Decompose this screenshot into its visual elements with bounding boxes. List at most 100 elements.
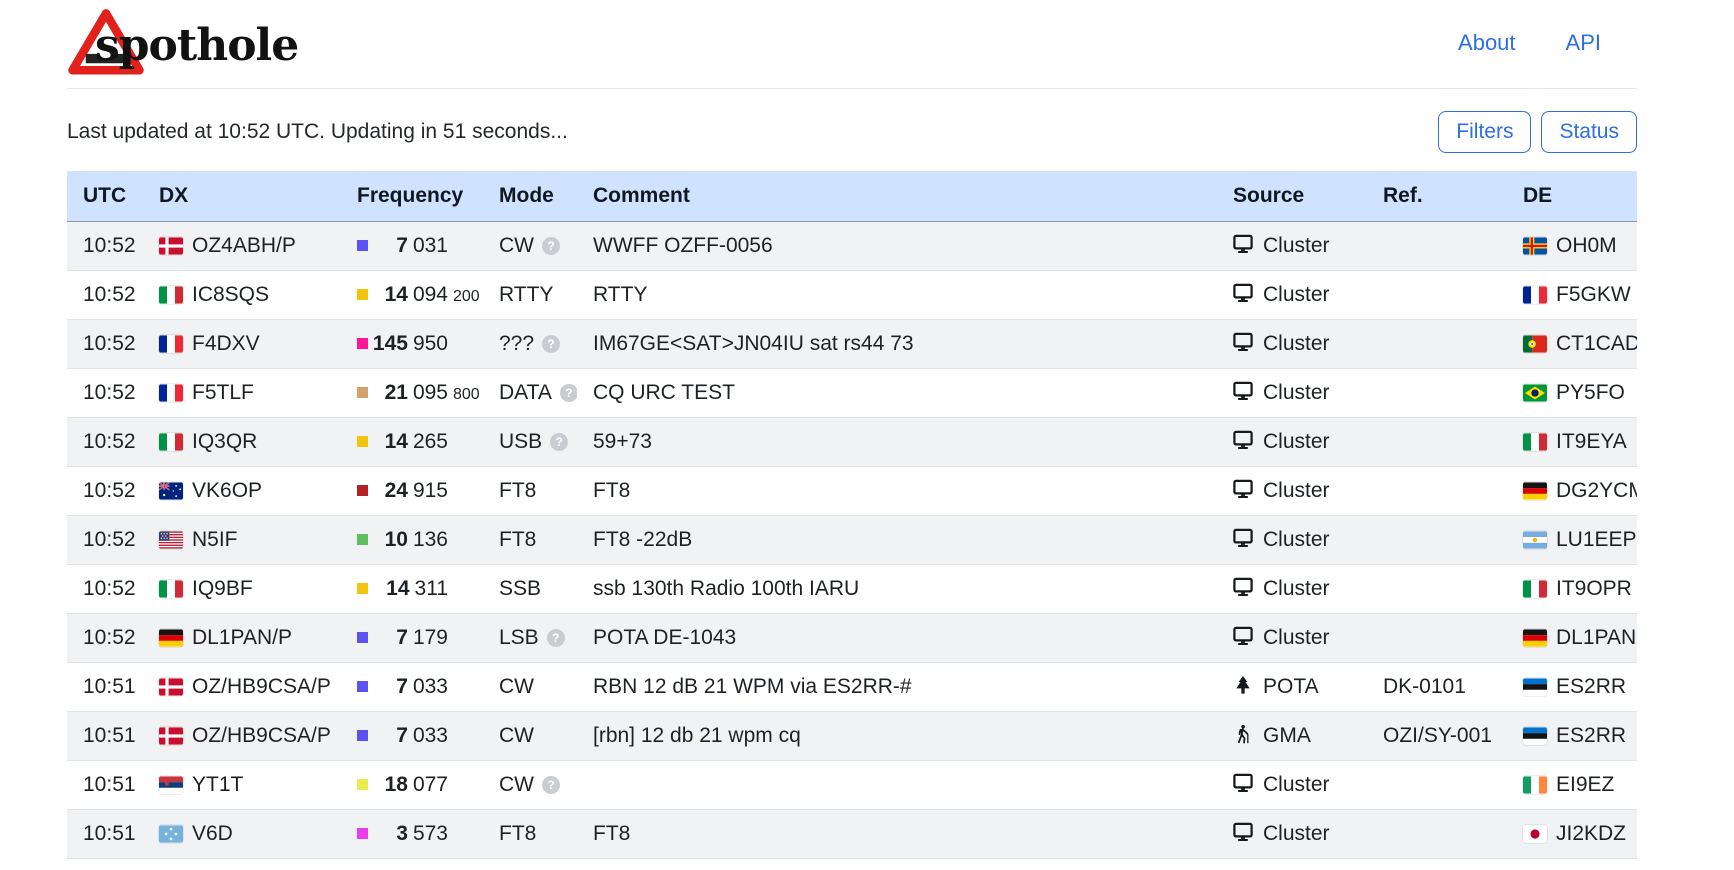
site-header: spothole About API — [67, 0, 1637, 89]
france-flag-icon — [1523, 286, 1547, 304]
monitor-icon — [1233, 430, 1253, 450]
dx-cell: IQ9BF — [143, 565, 341, 614]
dx-callsign-link[interactable]: VK6OP — [192, 479, 262, 502]
de-callsign-link[interactable]: ES2RR — [1556, 724, 1626, 747]
de-callsign-link[interactable]: CT1CAD — [1556, 332, 1637, 355]
brazil-flag-icon — [1523, 384, 1547, 402]
dx-callsign-link[interactable]: F5TLF — [192, 381, 254, 404]
band-color-icon — [357, 828, 368, 839]
mode-label: FT8 — [499, 822, 536, 845]
band-color-icon — [357, 289, 368, 300]
mode-label: ??? — [499, 332, 534, 355]
de-callsign-link[interactable]: PY5FO — [1556, 381, 1625, 404]
de-callsign-link[interactable]: F5GKW — [1556, 283, 1631, 306]
mode-label: DATA — [499, 381, 552, 404]
dx-callsign-link[interactable]: DL1PAN/P — [192, 626, 292, 649]
mode-help-icon[interactable]: ? — [542, 237, 560, 255]
brand-wordmark: spothole — [95, 20, 298, 71]
frequency-mhz: 10 — [385, 528, 408, 551]
mode-help-icon[interactable]: ? — [550, 433, 568, 451]
japan-flag-icon — [1523, 825, 1547, 843]
de-cell: LU1EEP — [1507, 516, 1637, 565]
mode-label: FT8 — [499, 528, 536, 551]
mode-cell: CW — [483, 663, 577, 712]
frequency-mhz: 14 — [386, 577, 409, 600]
dx-callsign-link[interactable]: OZ/HB9CSA/P — [192, 675, 331, 698]
dx-callsign-link[interactable]: OZ4ABH/P — [192, 234, 296, 257]
mode-help-icon[interactable]: ? — [560, 384, 577, 402]
nav-link-api[interactable]: API — [1566, 30, 1601, 56]
de-callsign-link[interactable]: LU1EEP — [1556, 528, 1637, 551]
dx-callsign-link[interactable]: IQ9BF — [192, 577, 253, 600]
frequency-cell: 7033 — [341, 663, 483, 712]
band-color-icon — [357, 730, 368, 741]
italy-flag-icon — [159, 580, 183, 598]
spot-time: 10:52 — [67, 516, 143, 565]
frequency-cell: 14265 — [341, 418, 483, 467]
dx-cell: DL1PAN/P — [143, 614, 341, 663]
reference-value — [1367, 516, 1507, 565]
de-callsign-link[interactable]: EI9EZ — [1556, 773, 1614, 796]
mode-cell: CW? — [483, 222, 577, 271]
dx-cell: OZ/HB9CSA/P — [143, 712, 341, 761]
mode-help-icon[interactable]: ? — [542, 776, 560, 794]
de-cell: ES2RR — [1507, 663, 1637, 712]
dx-callsign-link[interactable]: N5IF — [192, 528, 238, 551]
de-cell: DG2YCM — [1507, 467, 1637, 516]
dx-callsign-link[interactable]: IQ3QR — [192, 430, 257, 453]
de-cell: EI9EZ — [1507, 761, 1637, 810]
mode-label: RTTY — [499, 283, 553, 306]
band-color-icon — [357, 387, 368, 398]
frequency-khz: 950 — [413, 332, 448, 355]
reference-value — [1367, 222, 1507, 271]
spot-time: 10:51 — [67, 712, 143, 761]
source-label: Cluster — [1263, 332, 1330, 355]
de-cell: F5GKW — [1507, 271, 1637, 320]
spots-table-body: 10:52 OZ4ABH/P 7031 CW? WWFF OZFF-0056 C… — [67, 222, 1637, 859]
de-callsign-link[interactable]: OH0M — [1556, 234, 1617, 257]
dx-callsign-link[interactable]: OZ/HB9CSA/P — [192, 724, 331, 747]
status-button[interactable]: Status — [1541, 111, 1637, 153]
table-row: 10:52 VK6OP 24915 FT8 FT8 Cluster DG2YCM — [67, 467, 1637, 516]
dx-callsign-link[interactable]: YT1T — [192, 773, 243, 796]
source-cell: Cluster — [1217, 565, 1367, 614]
mode-help-icon[interactable]: ? — [547, 629, 565, 647]
de-callsign-link[interactable]: IT9OPR — [1556, 577, 1632, 600]
brand-logo[interactable]: spothole — [67, 8, 298, 78]
source-label: Cluster — [1263, 381, 1330, 404]
nav-link-about[interactable]: About — [1458, 30, 1516, 56]
frequency-cell: 7179 — [341, 614, 483, 663]
usa-flag-icon — [159, 531, 183, 549]
dx-callsign-link[interactable]: IC8SQS — [192, 283, 269, 306]
frequency-cell: 7031 — [341, 222, 483, 271]
de-callsign-link[interactable]: DG2YCM — [1556, 479, 1637, 502]
mode-cell: CW? — [483, 761, 577, 810]
spot-time: 10:51 — [67, 810, 143, 859]
mode-help-icon[interactable]: ? — [542, 335, 560, 353]
spots-table-head: UTC DX Frequency Mode Comment Source Ref… — [67, 171, 1637, 222]
dx-cell: IQ3QR — [143, 418, 341, 467]
de-callsign-link[interactable]: IT9EYA — [1556, 430, 1627, 453]
last-updated-text: Last updated at 10:52 UTC. Updating in 5… — [67, 120, 568, 144]
source-cell: Cluster — [1217, 810, 1367, 859]
frequency-cell: 10136 — [341, 516, 483, 565]
de-cell: ES2RR — [1507, 712, 1637, 761]
filters-button[interactable]: Filters — [1438, 111, 1531, 153]
band-color-icon — [357, 485, 368, 496]
frequency-mhz: 145 — [373, 332, 408, 355]
de-callsign-link[interactable]: DL1PAN — [1556, 626, 1636, 649]
mode-cell: FT8 — [483, 467, 577, 516]
de-callsign-link[interactable]: ES2RR — [1556, 675, 1626, 698]
dx-cell: YT1T — [143, 761, 341, 810]
source-cell: Cluster — [1217, 516, 1367, 565]
table-row: 10:52 N5IF 10136 FT8 FT8 -22dB Cluster L… — [67, 516, 1637, 565]
spot-comment: [rbn] 12 db 21 wpm cq — [577, 712, 1217, 761]
frequency-mhz: 7 — [396, 234, 408, 257]
dx-callsign-link[interactable]: V6D — [192, 822, 233, 845]
frequency-mhz: 3 — [396, 822, 408, 845]
dx-callsign-link[interactable]: F4DXV — [192, 332, 260, 355]
column-header-dx: DX — [143, 171, 341, 222]
estonia-flag-icon — [1523, 727, 1547, 745]
column-header-mode: Mode — [483, 171, 577, 222]
de-callsign-link[interactable]: JI2KDZ — [1556, 822, 1626, 845]
